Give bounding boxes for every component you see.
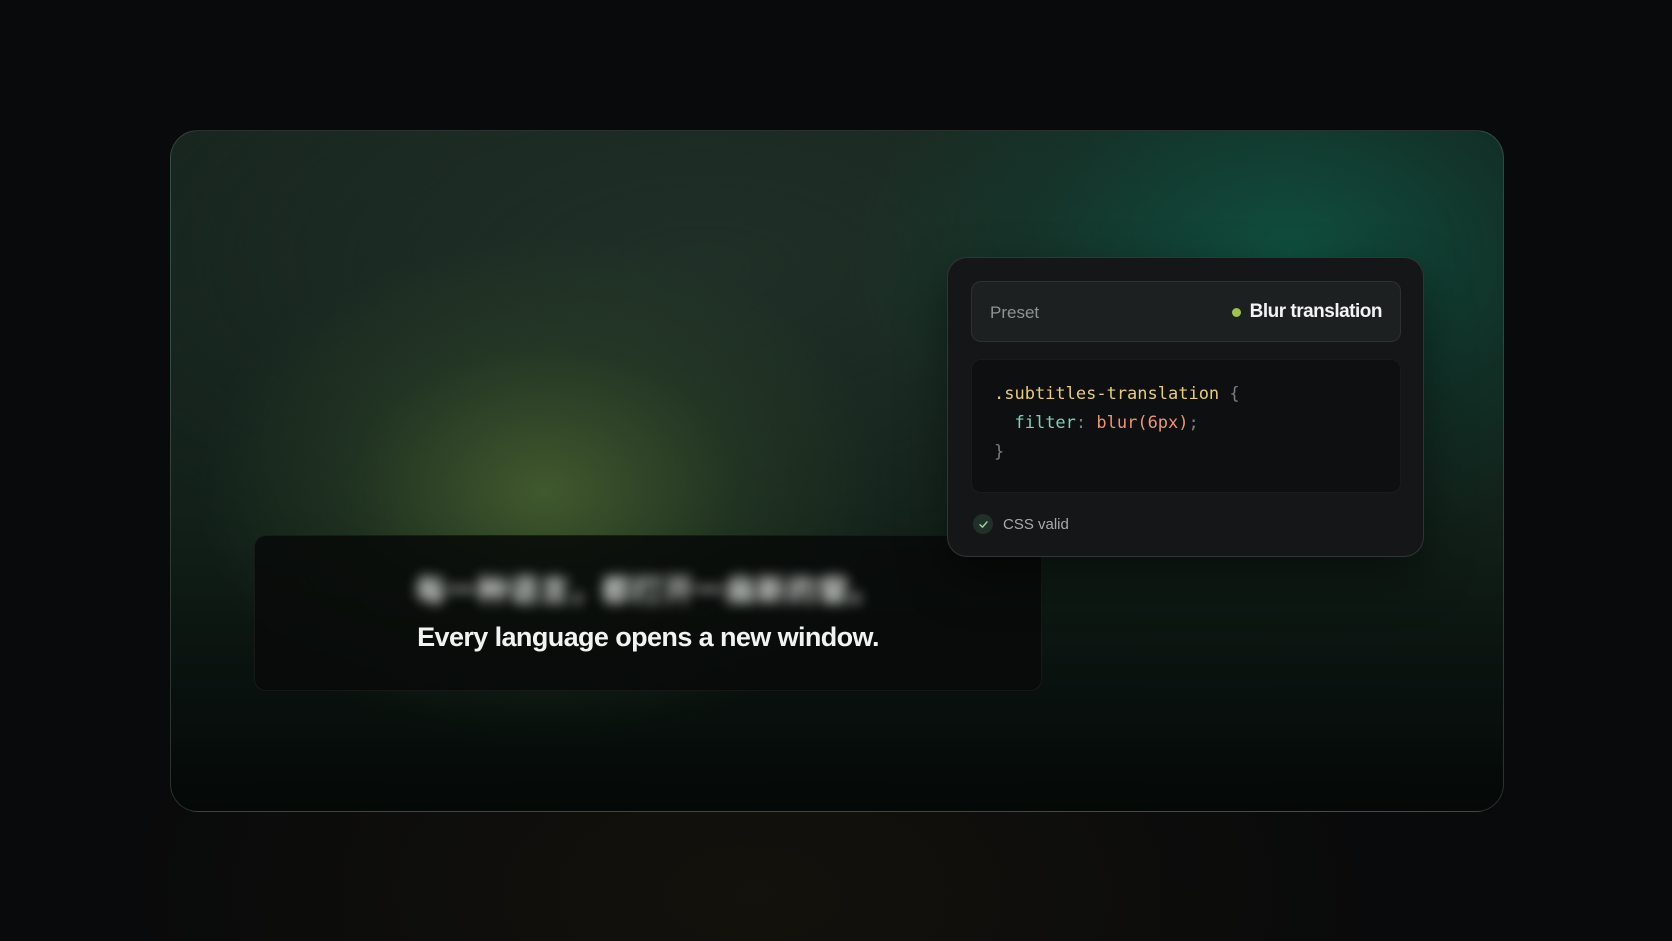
check-mark-icon xyxy=(978,520,988,528)
code-colon: : xyxy=(1075,413,1097,433)
preset-value: Blur translation xyxy=(1231,301,1383,323)
preset-label: Preset xyxy=(990,303,1040,322)
code-close-brace: } xyxy=(994,442,1005,462)
code-line-3: } xyxy=(994,438,1400,467)
code-selector: .subtitles-translation xyxy=(994,384,1220,404)
css-code-editor[interactable]: .subtitles-translation { filter: blur(6p… xyxy=(971,359,1401,493)
status-dot-icon xyxy=(1231,307,1241,317)
code-value: blur(6px) xyxy=(1096,413,1189,433)
subtitle-translation: Every language opens a new window. xyxy=(417,622,879,652)
css-preset-panel: Preset Blur translation .subtitles-trans… xyxy=(947,257,1424,557)
code-property: filter xyxy=(1014,413,1076,433)
subtitle-original-blurred: 每一种语言，都打开一扇新的窗。 xyxy=(415,575,881,608)
check-icon xyxy=(973,514,993,534)
preset-name: Blur translation xyxy=(1249,301,1383,322)
code-open-brace: { xyxy=(1219,384,1240,404)
validation-status: CSS valid xyxy=(973,514,1069,534)
preset-selector[interactable]: Preset Blur translation xyxy=(971,281,1401,342)
code-line-2: filter: blur(6px); xyxy=(994,409,1400,438)
code-semicolon: ; xyxy=(1188,413,1199,433)
page: 每一种语言，都打开一扇新的窗。 Every language opens a n… xyxy=(0,0,1672,941)
validation-label: CSS valid xyxy=(1003,515,1069,533)
code-line-1: .subtitles-translation { xyxy=(994,380,1400,409)
subtitle-box: 每一种语言，都打开一扇新的窗。 Every language opens a n… xyxy=(254,535,1042,691)
